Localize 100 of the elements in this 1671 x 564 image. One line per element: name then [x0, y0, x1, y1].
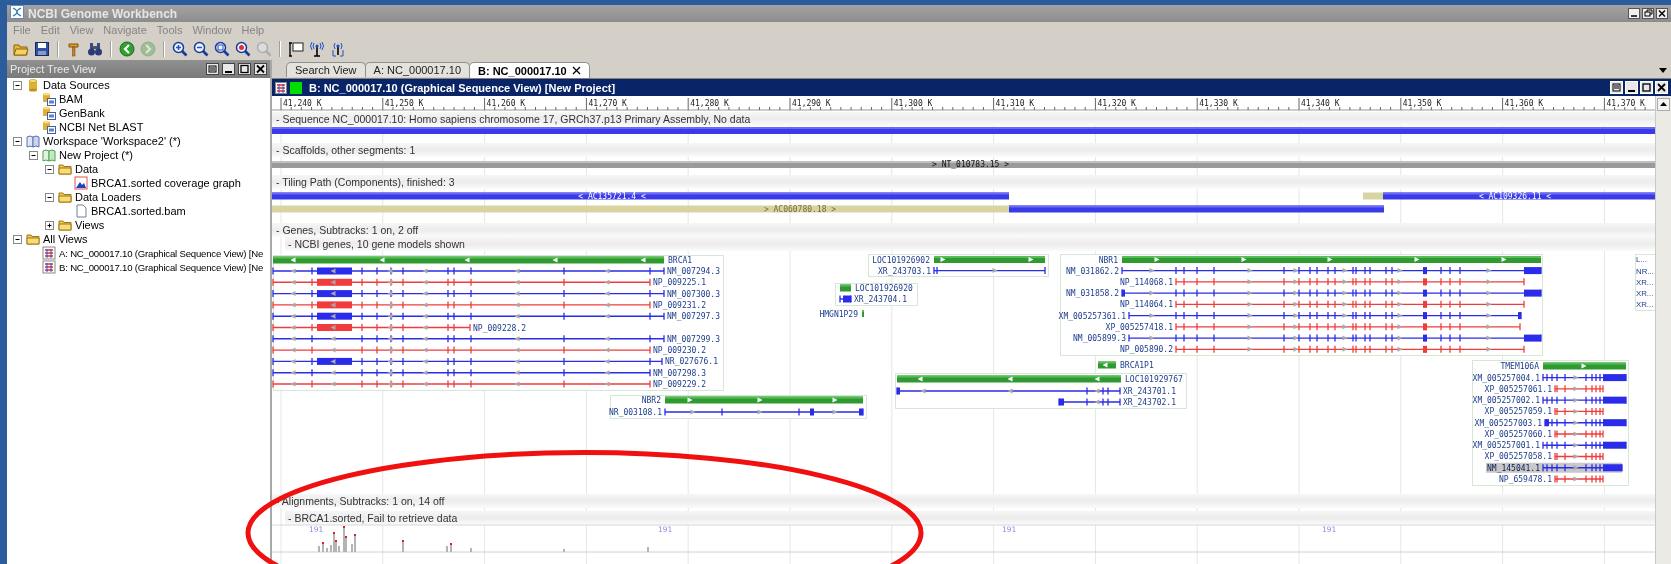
options-icon[interactable]: [206, 63, 219, 75]
transcript-label: NM_007299.3: [667, 334, 720, 344]
panel-title: Project Tree View: [10, 63, 96, 75]
component-bar[interactable]: [1363, 192, 1655, 200]
book-icon: [42, 148, 56, 162]
restore-icon[interactable]: [1642, 8, 1654, 19]
scroll-up-icon[interactable]: [1657, 98, 1670, 111]
tree-item[interactable]: Views: [75, 219, 105, 231]
transcript-model[interactable]: [272, 300, 651, 310]
tree-item[interactable]: NCBI Net BLAST: [59, 121, 144, 133]
collapse-icon[interactable]: [12, 233, 23, 245]
tree-item[interactable]: GenBank: [59, 107, 105, 119]
transcript-label: NM_007300.3: [667, 289, 720, 299]
transcript-label: NP_009229.2: [653, 380, 706, 389]
transcript-label: XP_005257060.1: [1484, 429, 1552, 439]
transcript-label: NM_005899.3: [1073, 334, 1126, 344]
transcript-model[interactable]: [272, 334, 665, 343]
transcript-label: NP_009228.2: [473, 323, 526, 333]
transcript-model[interactable]: [272, 289, 665, 298]
close-icon[interactable]: [1656, 8, 1668, 19]
transcript-model[interactable]: [1542, 396, 1627, 405]
transcript-label: NM_031862.2: [1066, 266, 1119, 276]
transcript-model[interactable]: [1128, 333, 1542, 343]
status-square-icon: [290, 81, 302, 94]
transcript-model[interactable]: [1554, 452, 1604, 461]
transcript-model[interactable]: [1554, 429, 1604, 439]
tree-item[interactable]: B: NC_000017.10 (Graphical Sequence View) [Ne: [59, 261, 264, 273]
transcript-label: NM_031858.2: [1066, 289, 1119, 299]
ruler-label: 41,340 K: [1301, 99, 1340, 108]
tree-item[interactable]: Workspace 'Workspace2' (*): [43, 135, 181, 147]
tree-item[interactable]: BRCA1.sorted coverage graph: [91, 177, 241, 189]
transcript-model[interactable]: [1121, 266, 1542, 275]
tree-item[interactable]: Data: [75, 163, 99, 175]
tree-item[interactable]: BAM: [59, 93, 83, 105]
tab[interactable]: B: NC_000017.10: [469, 62, 590, 78]
transcript-label: NP_009225.1: [653, 278, 706, 288]
transcript-model[interactable]: [1542, 441, 1627, 450]
ruler-label: 41,290 K: [792, 99, 831, 108]
close-icon[interactable]: [571, 66, 581, 75]
transcript-model[interactable]: [272, 368, 651, 377]
expand-icon[interactable]: [44, 219, 55, 231]
tree-item[interactable]: A: NC_000017.10 (Graphical Sequence View) [Ne: [59, 247, 264, 259]
transcript-label: XR_243703.1: [878, 266, 931, 276]
gene-label: NBR2: [641, 396, 661, 405]
transcript-model[interactable]: [1128, 311, 1522, 320]
transcript-model[interactable]: [272, 323, 471, 332]
collapse-icon[interactable]: [12, 79, 23, 91]
collapse-icon[interactable]: [28, 149, 39, 161]
binoculars-icon: [87, 40, 103, 57]
tab[interactable]: A: NC_000017.10: [364, 62, 470, 77]
collapse-icon[interactable]: [44, 163, 55, 175]
track-title: - BRCA1.sorted, Fail to retrieve data: [288, 512, 458, 524]
transcript-model[interactable]: [1175, 345, 1525, 354]
transcript-model[interactable]: [1544, 418, 1627, 427]
transcript-model[interactable]: [1542, 463, 1623, 472]
tab[interactable]: Search View: [286, 62, 366, 77]
transcript-model[interactable]: [1058, 397, 1121, 407]
transcript-model[interactable]: [1554, 407, 1604, 416]
collapse-icon[interactable]: [44, 191, 55, 203]
close-icon[interactable]: [254, 63, 267, 75]
track-title: - Scaffolds, other segments: 1: [276, 144, 416, 156]
transcript-model[interactable]: [272, 266, 665, 276]
transcript-label: NP_114068.1: [1120, 277, 1173, 287]
transcript-model[interactable]: [1542, 373, 1627, 382]
transcript-model[interactable]: [272, 357, 663, 366]
component-bar[interactable]: [272, 192, 1009, 200]
minimize-icon[interactable]: [222, 63, 235, 75]
ruler-label: 41,310 K: [995, 99, 1035, 108]
transcript-model[interactable]: [272, 312, 665, 321]
tree-item[interactable]: Data Sources: [43, 79, 110, 91]
component-bar[interactable]: [272, 205, 1384, 213]
track-title: - Alignments, Subtracks: 1 on, 14 off: [276, 495, 445, 507]
ruler-label: 41,240 K: [283, 99, 322, 108]
folder-icon: [26, 232, 40, 246]
transcript-model[interactable]: [896, 386, 1121, 396]
transcript-model[interactable]: [1554, 384, 1604, 393]
transcript-model[interactable]: [272, 278, 651, 287]
tree-item[interactable]: All Views: [43, 233, 88, 245]
collapse-icon[interactable]: [12, 135, 23, 147]
transcript-model[interactable]: [1175, 300, 1525, 309]
tree-item[interactable]: New Project (*): [59, 149, 133, 161]
folder-icon: [58, 190, 72, 204]
forward-icon: [140, 40, 156, 57]
transcript-model[interactable]: [839, 294, 852, 304]
scrollbar[interactable]: [1655, 96, 1671, 564]
gene-bar[interactable]: [1098, 361, 1116, 369]
maximize-icon[interactable]: [238, 63, 251, 75]
tree-item[interactable]: BRCA1.sorted.bam: [91, 205, 186, 217]
transcript-model[interactable]: [933, 266, 1046, 275]
gene-label: NBR1: [1098, 255, 1118, 265]
transcript-model[interactable]: [1121, 288, 1542, 298]
ruler-label: 41,360 K: [1504, 99, 1544, 108]
transcript-model[interactable]: [1554, 474, 1604, 484]
gene-label: BRCA1P1: [1120, 361, 1154, 370]
tree-item[interactable]: Data Loaders: [75, 191, 142, 203]
transcript-label: NR_003108.1: [609, 408, 662, 417]
minimize-icon[interactable]: [1628, 8, 1640, 19]
dropdown-arrow-icon[interactable]: [1659, 68, 1667, 74]
transcript-model[interactable]: [664, 407, 864, 417]
transcript-label: XP_005257418.1: [1105, 322, 1173, 332]
